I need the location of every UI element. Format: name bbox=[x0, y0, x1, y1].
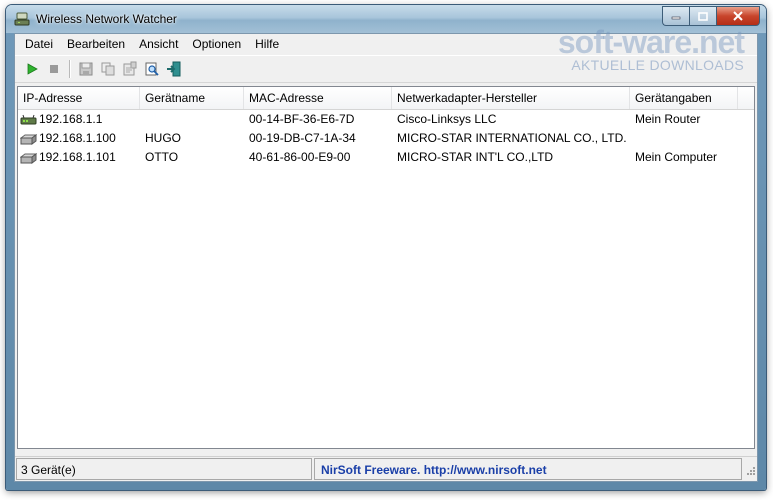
close-button[interactable] bbox=[716, 6, 760, 26]
computer-icon bbox=[20, 133, 37, 145]
cell-vendor: MICRO-STAR INT'L CO.,LTD bbox=[397, 150, 554, 164]
toolbar-separator bbox=[69, 60, 71, 78]
computer-icon bbox=[20, 152, 37, 164]
app-window: Wireless Network Watcher Datei Bearbeite… bbox=[6, 5, 766, 490]
device-count: 3 Gerät(e) bbox=[16, 458, 312, 480]
minimize-button[interactable] bbox=[662, 6, 689, 26]
status-bar: 3 Gerät(e) NirSoft Freeware. http://www.… bbox=[15, 456, 757, 481]
cell-ip: 192.168.1.1 bbox=[18, 110, 140, 129]
column-device-name[interactable]: Gerätname bbox=[140, 87, 244, 109]
ip-address: 192.168.1.1 bbox=[39, 112, 103, 126]
cell-mac: 00-19-DB-C7-1A-34 bbox=[249, 131, 356, 145]
cell-vendor: MICRO-STAR INTERNATIONAL CO., LTD. bbox=[397, 131, 627, 145]
copy-icon bbox=[101, 62, 115, 76]
table-row[interactable]: 192.168.1.101 OTTO 40-61-86-00-E9-00 MIC… bbox=[18, 148, 754, 167]
column-ip[interactable]: IP-Adresse bbox=[18, 87, 140, 109]
table-row[interactable]: 192.168.1.100 HUGO 00-19-DB-C7-1A-34 MIC… bbox=[18, 129, 754, 148]
list-rows: 192.168.1.1 00-14-BF-36-E6-7D Cisco-Link… bbox=[18, 110, 754, 167]
network-watcher-icon bbox=[14, 12, 30, 26]
close-icon bbox=[733, 11, 743, 21]
menu-hilfe[interactable]: Hilfe bbox=[248, 34, 286, 54]
menu-bearbeiten[interactable]: Bearbeiten bbox=[60, 34, 132, 54]
cell-device-info: Mein Router bbox=[635, 112, 701, 126]
cell-device-name: HUGO bbox=[145, 131, 181, 145]
menu-bar: Datei Bearbeiten Ansicht Optionen Hilfe bbox=[15, 34, 757, 54]
exit-icon bbox=[167, 61, 181, 77]
properties-icon bbox=[123, 61, 137, 76]
play-icon bbox=[27, 63, 38, 75]
cell-mac: 40-61-86-00-E9-00 bbox=[249, 150, 351, 164]
menu-optionen[interactable]: Optionen bbox=[185, 34, 248, 54]
column-mac[interactable]: MAC-Adresse bbox=[244, 87, 392, 109]
toolbar bbox=[15, 55, 757, 83]
save-icon bbox=[79, 62, 93, 76]
client-area: Datei Bearbeiten Ansicht Optionen Hilfe bbox=[14, 33, 758, 482]
cell-ip: 192.168.1.100 bbox=[18, 129, 140, 148]
device-list[interactable]: IP-Adresse Gerätname MAC-Adresse Netwerk… bbox=[17, 86, 755, 449]
menu-datei[interactable]: Datei bbox=[18, 34, 60, 54]
copy-button[interactable] bbox=[97, 58, 119, 80]
ip-address: 192.168.1.100 bbox=[39, 131, 116, 145]
router-icon bbox=[20, 114, 37, 124]
cell-device-info: Mein Computer bbox=[635, 150, 718, 164]
properties-button[interactable] bbox=[119, 58, 141, 80]
menu-ansicht[interactable]: Ansicht bbox=[132, 34, 185, 54]
maximize-icon bbox=[698, 11, 708, 21]
title-bar[interactable]: Wireless Network Watcher bbox=[6, 5, 766, 33]
column-vendor[interactable]: Netwerkadapter-Hersteller bbox=[392, 87, 630, 109]
table-row[interactable]: 192.168.1.1 00-14-BF-36-E6-7D Cisco-Link… bbox=[18, 110, 754, 129]
exit-button[interactable] bbox=[163, 58, 185, 80]
cell-vendor: Cisco-Linksys LLC bbox=[397, 112, 497, 126]
column-device-info[interactable]: Gerätangaben bbox=[630, 87, 738, 109]
start-scan-button[interactable] bbox=[21, 58, 43, 80]
list-header: IP-Adresse Gerätname MAC-Adresse Netwerk… bbox=[18, 87, 754, 110]
cell-ip: 192.168.1.101 bbox=[18, 148, 140, 167]
maximize-button[interactable] bbox=[689, 6, 716, 26]
find-icon bbox=[145, 62, 159, 76]
window-title: Wireless Network Watcher bbox=[36, 12, 177, 26]
save-button[interactable] bbox=[75, 58, 97, 80]
find-button[interactable] bbox=[141, 58, 163, 80]
cell-device-name: OTTO bbox=[145, 150, 179, 164]
stop-scan-button[interactable] bbox=[43, 58, 65, 80]
resize-grip-icon[interactable] bbox=[743, 457, 757, 479]
stop-icon bbox=[50, 65, 58, 73]
minimize-icon bbox=[671, 16, 681, 20]
nirsoft-link[interactable]: NirSoft Freeware. http://www.nirsoft.net bbox=[314, 458, 742, 480]
ip-address: 192.168.1.101 bbox=[39, 150, 116, 164]
cell-mac: 00-14-BF-36-E6-7D bbox=[249, 112, 355, 126]
